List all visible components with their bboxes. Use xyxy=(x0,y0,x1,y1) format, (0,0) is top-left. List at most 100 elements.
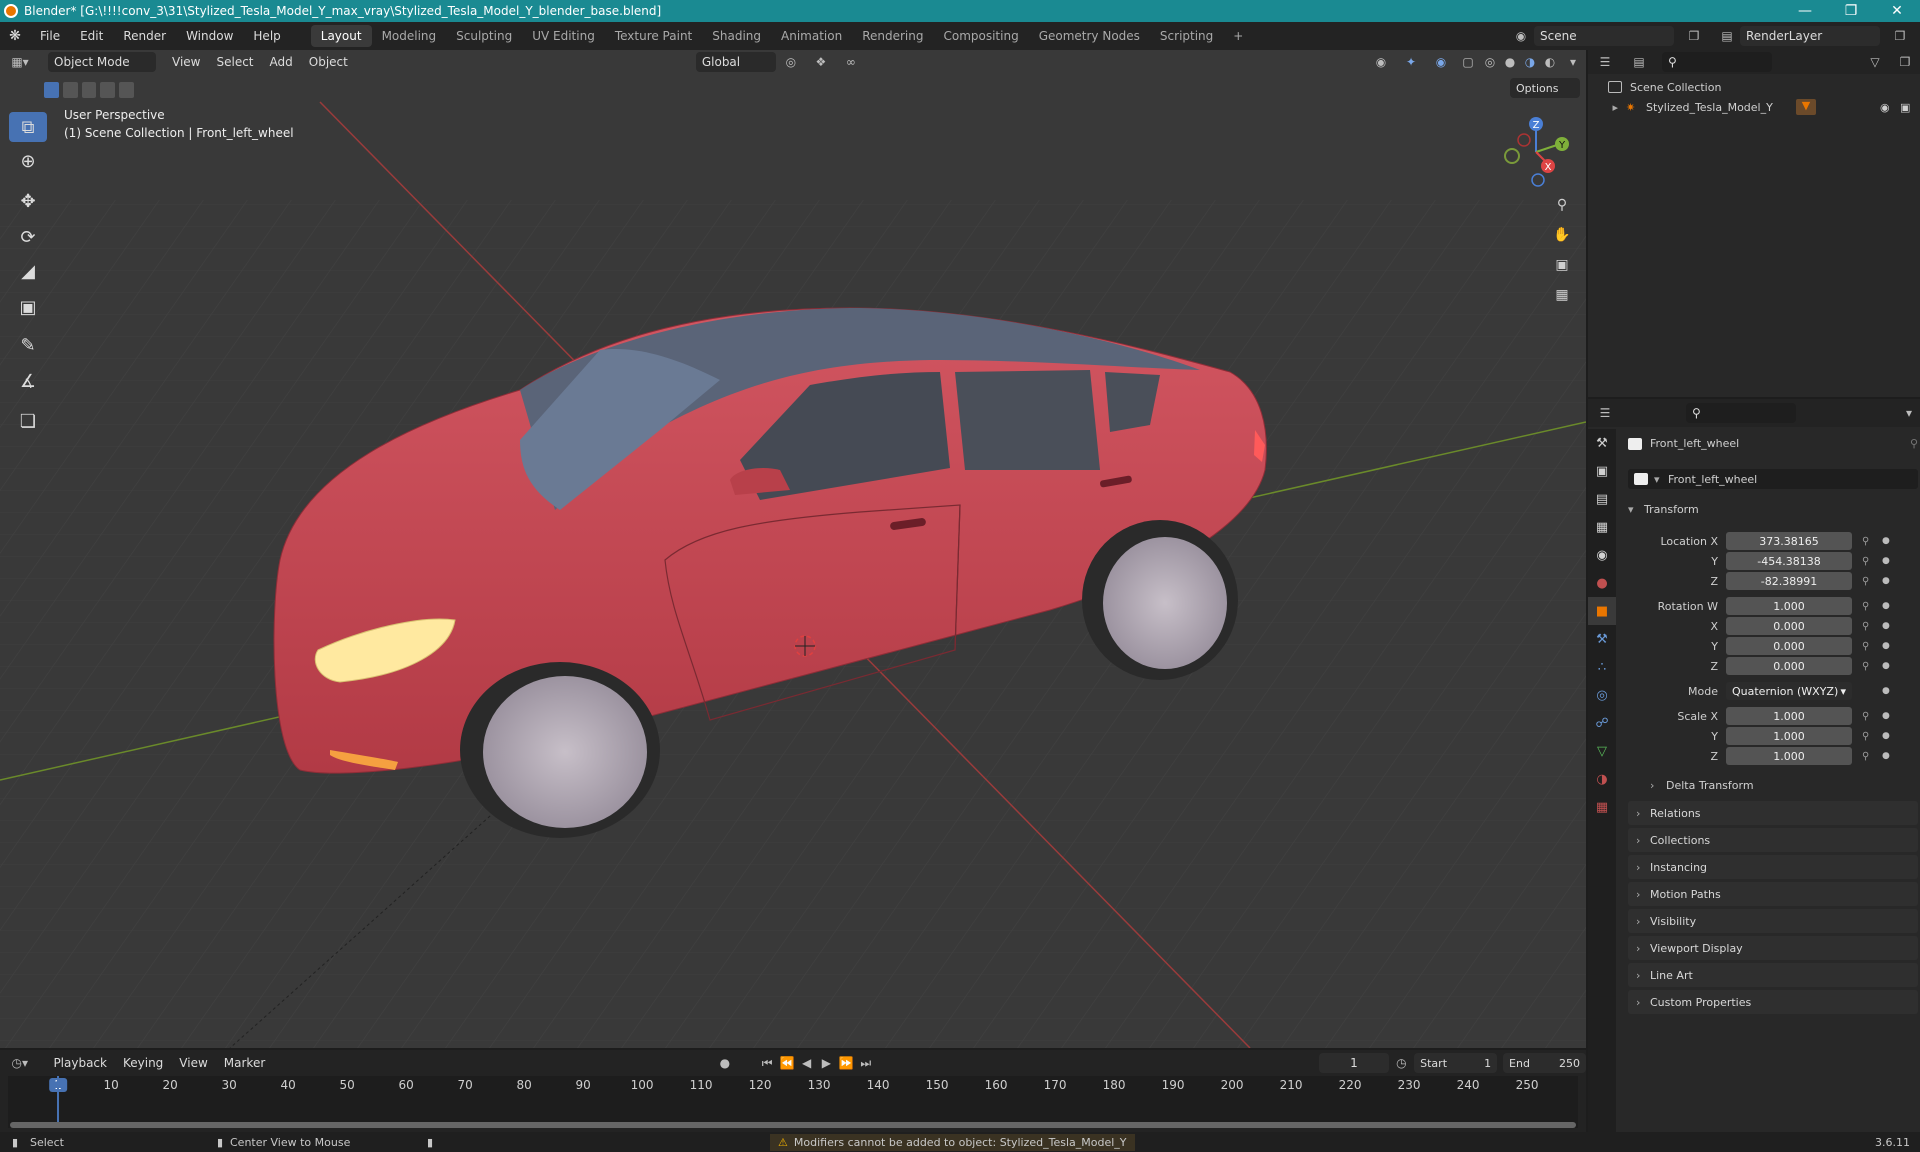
new-scene-icon[interactable]: ❐ xyxy=(1674,29,1714,43)
tab-modeling[interactable]: Modeling xyxy=(372,25,447,47)
tool-tab-icon[interactable]: ⚒ xyxy=(1588,429,1616,457)
scene-icon[interactable]: ◉ xyxy=(1508,29,1534,43)
visibility-icon[interactable]: ◉ xyxy=(1366,55,1396,69)
transform-orientation[interactable]: Global xyxy=(695,52,776,72)
menu-select[interactable]: Select xyxy=(208,52,261,72)
tab-animation[interactable]: Animation xyxy=(771,25,852,47)
section-custom-properties[interactable]: › Custom Properties xyxy=(1628,990,1918,1014)
keyframe-dot-icon[interactable]: ● xyxy=(1882,576,1892,586)
select-invert-icon[interactable] xyxy=(100,82,116,98)
tab-texture-paint[interactable]: Texture Paint xyxy=(605,25,702,47)
transform-section-header[interactable]: ▾ Transform xyxy=(1628,499,1918,519)
scale-x-field[interactable]: 1.000 xyxy=(1726,707,1852,725)
section-collections[interactable]: › Collections xyxy=(1628,828,1918,852)
properties-search-input[interactable]: ⚲ xyxy=(1686,403,1796,423)
menu-edit[interactable]: Edit xyxy=(70,29,113,43)
menu-view[interactable]: View xyxy=(164,52,208,72)
keyframe-dot-icon[interactable]: ● xyxy=(1882,601,1892,611)
lock-icon[interactable]: ⚲ xyxy=(1862,601,1876,612)
section-visibility[interactable]: › Visibility xyxy=(1628,909,1918,933)
grid-icon[interactable]: ▦ xyxy=(1549,282,1575,308)
select-box-icon[interactable]: ⧉ xyxy=(9,112,47,142)
pivot-icon[interactable]: ◎ xyxy=(776,55,806,69)
menu-keying[interactable]: Keying xyxy=(115,1053,171,1073)
tab-uv-editing[interactable]: UV Editing xyxy=(522,25,605,47)
render-tab-icon[interactable]: ▣ xyxy=(1588,457,1616,485)
shading-options-icon[interactable]: ▾ xyxy=(1560,55,1586,69)
rotation-mode-select[interactable]: Quaternion (WXYZ) ▾ xyxy=(1726,682,1852,700)
measure-icon[interactable]: ∡ xyxy=(9,366,47,396)
maximize-icon[interactable]: ❐ xyxy=(1828,0,1874,22)
timeline-scrollbar[interactable] xyxy=(10,1122,1576,1128)
lock-icon[interactable]: ⚲ xyxy=(1862,751,1876,762)
texture-tab-icon[interactable]: ▦ xyxy=(1588,793,1616,821)
record-icon[interactable]: ● xyxy=(712,1056,738,1070)
pin-icon[interactable]: ⚲ xyxy=(1910,437,1918,450)
jump-start-icon[interactable]: ⏮ xyxy=(757,1056,777,1071)
snap-icon[interactable]: ❖ xyxy=(806,55,836,69)
select-new-icon[interactable] xyxy=(44,82,59,98)
blender-menu-icon[interactable]: ❋ xyxy=(0,28,30,44)
menu-window[interactable]: Window xyxy=(176,29,243,43)
wireframe-shading-icon[interactable]: ◎ xyxy=(1480,55,1500,69)
keyframe-dot-icon[interactable]: ● xyxy=(1882,711,1892,721)
current-frame-field[interactable]: 1 xyxy=(1319,1053,1389,1073)
menu-timeline-view[interactable]: View xyxy=(171,1053,215,1073)
properties-editor-icon[interactable]: ☰ xyxy=(1588,406,1622,420)
display-mode-icon[interactable]: ▤ xyxy=(1622,55,1656,69)
add-workspace-button[interactable]: + xyxy=(1223,25,1253,47)
gizmo-icon[interactable]: ✦ xyxy=(1396,55,1426,69)
prev-keyframe-icon[interactable]: ⏪ xyxy=(777,1056,797,1070)
delta-transform-header[interactable]: › Delta Transform xyxy=(1644,775,1918,795)
camera-visibility-icon[interactable]: ▣ xyxy=(1900,101,1920,114)
menu-file[interactable]: File xyxy=(30,29,70,43)
proportional-edit-icon[interactable]: ∞ xyxy=(836,55,866,69)
editor-type-icon[interactable]: ▦▾ xyxy=(0,55,40,69)
material-shading-icon[interactable]: ◑ xyxy=(1520,55,1540,69)
lock-icon[interactable]: ⚲ xyxy=(1862,536,1876,547)
location-x-field[interactable]: 373.38165 xyxy=(1726,532,1852,550)
location-y-field[interactable]: -454.38138 xyxy=(1726,552,1852,570)
section-instancing[interactable]: › Instancing xyxy=(1628,855,1918,879)
close-icon[interactable]: ✕ xyxy=(1874,0,1920,22)
new-collection-icon[interactable]: ❐ xyxy=(1890,55,1920,69)
clock-icon[interactable]: ◷ xyxy=(1389,1056,1415,1070)
solid-shading-icon[interactable]: ● xyxy=(1500,55,1520,69)
expand-arrow-icon[interactable]: ▸ xyxy=(1588,101,1618,114)
object-tab-icon[interactable]: ■ xyxy=(1588,597,1616,625)
scene-collection-row[interactable]: Scene Collection xyxy=(1608,78,1721,96)
tab-scripting[interactable]: Scripting xyxy=(1150,25,1223,47)
physics-tab-icon[interactable]: ◎ xyxy=(1588,681,1616,709)
keyframe-dot-icon[interactable]: ● xyxy=(1882,641,1892,651)
lock-icon[interactable]: ⚲ xyxy=(1862,556,1876,567)
mode-selector[interactable]: Object Mode xyxy=(48,52,156,72)
camera-icon[interactable]: ▣ xyxy=(1549,252,1575,278)
scale-z-field[interactable]: 1.000 xyxy=(1726,747,1852,765)
lock-icon[interactable]: ⚲ xyxy=(1862,621,1876,632)
menu-help[interactable]: Help xyxy=(243,29,290,43)
keyframe-dot-icon[interactable]: ● xyxy=(1882,661,1892,671)
keyframe-dot-icon[interactable]: ● xyxy=(1882,556,1892,566)
rotation-x-field[interactable]: 0.000 xyxy=(1726,617,1852,635)
keyframe-dot-icon[interactable]: ● xyxy=(1882,731,1892,741)
world-tab-icon[interactable]: ● xyxy=(1588,569,1616,597)
rotation-y-field[interactable]: 0.000 xyxy=(1726,637,1852,655)
minimize-icon[interactable]: — xyxy=(1782,0,1828,22)
next-keyframe-icon[interactable]: ⏩ xyxy=(836,1056,856,1070)
viewport-options-button[interactable]: Options xyxy=(1510,78,1580,98)
rotation-z-field[interactable]: 0.000 xyxy=(1726,657,1852,675)
menu-render[interactable]: Render xyxy=(113,29,176,43)
zoom-icon[interactable]: ⚲ xyxy=(1549,192,1575,218)
menu-add[interactable]: Add xyxy=(262,52,301,72)
modifier-tab-icon[interactable]: ⚒ xyxy=(1588,625,1616,653)
timeline-editor-icon[interactable]: ◷▾ xyxy=(0,1056,39,1070)
scale-y-field[interactable]: 1.000 xyxy=(1726,727,1852,745)
add-cube-icon[interactable]: ❏ xyxy=(9,406,47,436)
output-tab-icon[interactable]: ▤ xyxy=(1588,485,1616,513)
scale-icon[interactable]: ◢ xyxy=(9,256,47,286)
menu-object[interactable]: Object xyxy=(301,52,356,72)
section-relations[interactable]: › Relations xyxy=(1628,801,1918,825)
constraints-tab-icon[interactable]: ☍ xyxy=(1588,709,1616,737)
lock-icon[interactable]: ⚲ xyxy=(1862,641,1876,652)
jump-end-icon[interactable]: ⏭ xyxy=(856,1056,876,1071)
